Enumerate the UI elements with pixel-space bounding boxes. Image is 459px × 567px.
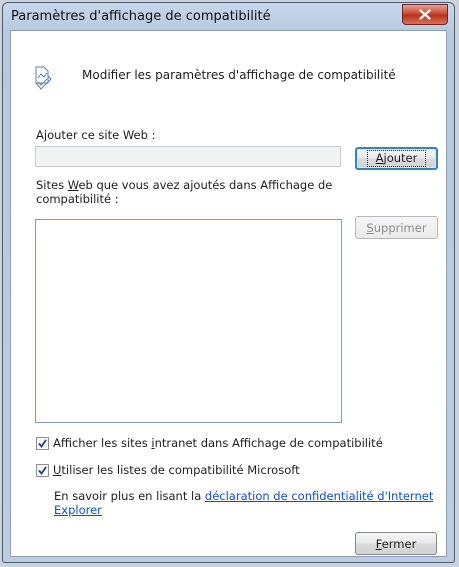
remove-button-label: Supprimer [366, 220, 427, 235]
add-button-label: Ajouter [366, 150, 427, 167]
privacy-info: En savoir plus en lisant la déclaration … [54, 489, 434, 517]
add-button[interactable]: Ajouter [355, 147, 438, 170]
add-site-input[interactable] [35, 146, 341, 167]
intranet-option[interactable]: Afficher les sites intranet dans Afficha… [36, 436, 383, 450]
header-text: Modifier les paramètres d'affichage de c… [82, 68, 396, 82]
title-bar[interactable]: Paramètres d'affichage de compatibilité [3, 3, 454, 30]
close-icon [419, 9, 431, 20]
dialog-window: Paramètres d'affichage de compatibilité … [2, 2, 455, 563]
dialog-body: Modifier les paramètres d'affichage de c… [10, 30, 447, 557]
ms-lists-label: Utiliser les listes de compatibilité Mic… [53, 463, 300, 477]
sites-list-label: Sites Web que vous avez ajoutés dans Aff… [36, 178, 333, 206]
add-site-label: Ajouter ce site Web : [36, 128, 156, 142]
ms-lists-option[interactable]: Utiliser les listes de compatibilité Mic… [36, 463, 300, 477]
checkmark-icon [38, 465, 47, 475]
privacy-info-text: En savoir plus en lisant la [54, 489, 205, 503]
checkmark-icon [38, 438, 47, 448]
window-title: Paramètres d'affichage de compatibilité [11, 9, 271, 24]
close-button-label: Fermer [375, 536, 417, 551]
remove-button[interactable]: Supprimer [355, 216, 438, 239]
close-window-button[interactable] [402, 4, 448, 25]
sites-listbox[interactable] [35, 219, 342, 423]
close-button[interactable]: Fermer [355, 532, 437, 555]
intranet-checkbox[interactable] [36, 436, 49, 450]
intranet-label: Afficher les sites intranet dans Afficha… [53, 436, 383, 450]
ms-lists-checkbox[interactable] [36, 463, 49, 477]
compat-view-icon [35, 66, 52, 90]
